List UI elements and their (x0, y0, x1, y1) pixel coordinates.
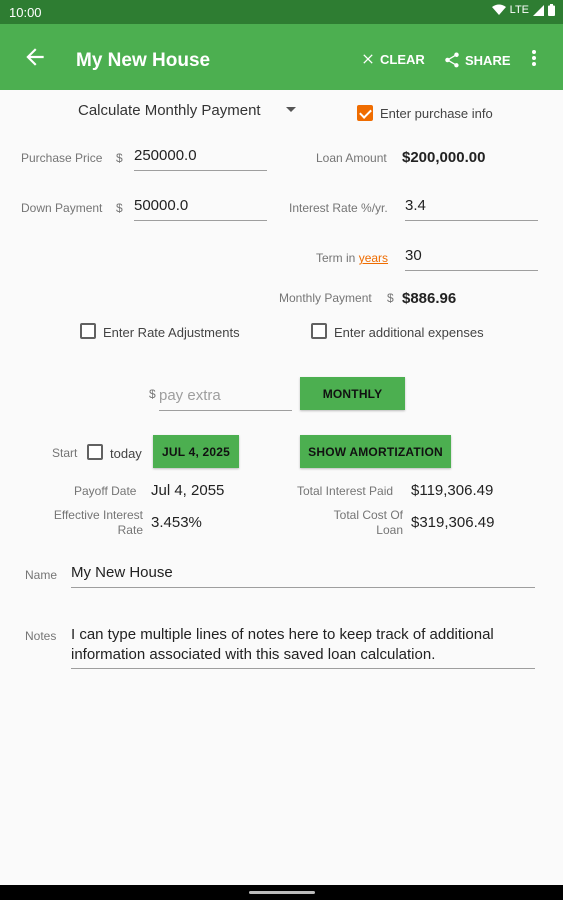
interest-rate-label: Interest Rate %/yr. (289, 201, 388, 215)
effective-rate-label-line-2: Rate (117, 523, 143, 537)
more-vert-icon[interactable] (526, 46, 542, 70)
share-button[interactable]: SHARE (443, 51, 511, 69)
page-title: My New House (76, 50, 211, 71)
monthly-payment-label: Monthly Payment (279, 291, 372, 305)
additional-expenses-label: Enter additional expenses (334, 325, 484, 340)
share-label: SHARE (465, 52, 511, 68)
purchase-info-checkbox[interactable] (357, 105, 373, 121)
extra-payment-currency: $ (149, 387, 156, 401)
battery-icon (548, 4, 555, 16)
show-amortization-button[interactable]: SHOW AMORTIZATION (300, 435, 451, 468)
today-checkbox[interactable] (87, 444, 103, 460)
monthly-payment-currency: $ (387, 291, 394, 305)
close-icon (363, 54, 373, 64)
notes-label: Notes (25, 629, 57, 643)
purchase-price-label: Purchase Price (21, 151, 103, 165)
calc-mode-dropdown[interactable]: Calculate Monthly Payment (78, 102, 261, 119)
start-label: Start (52, 446, 78, 460)
today-label: today (110, 446, 142, 461)
payoff-date-label: Payoff Date (74, 484, 137, 498)
wifi-icon (491, 4, 506, 15)
share-icon (445, 52, 459, 68)
purchase-price-input[interactable]: 250000.0 (134, 147, 267, 171)
down-payment-label: Down Payment (21, 201, 103, 215)
additional-expenses-checkbox[interactable] (311, 323, 327, 339)
term-label-prefix: Term in (316, 251, 356, 265)
loan-amount-value: $200,000.00 (402, 149, 486, 166)
total-cost-label-line-1: Total Cost Of (333, 508, 403, 522)
total-interest-value: $119,306.49 (411, 482, 494, 499)
total-cost-label: Total Cost Of Loan (310, 508, 403, 538)
name-input[interactable]: My New House (71, 564, 535, 588)
status-time: 10:00 (9, 5, 42, 20)
purchase-info-label: Enter purchase info (380, 106, 493, 121)
term-label: Term in years (316, 251, 394, 265)
extra-payment-input[interactable]: pay extra (159, 387, 292, 411)
interest-rate-input[interactable]: 3.4 (405, 197, 538, 221)
status-bar: 10:00 LTE (0, 0, 563, 24)
notes-textarea[interactable]: I can type multiple lines of notes here … (71, 625, 535, 669)
home-handle[interactable] (249, 891, 315, 894)
down-payment-input[interactable]: 50000.0 (134, 197, 267, 221)
app-bar: My New House CLEAR SHARE (0, 24, 563, 90)
monthly-payment-value: $886.96 (402, 290, 457, 307)
name-label: Name (25, 568, 58, 582)
effective-rate-label-line-1: Effective Interest (53, 508, 143, 522)
monthly-frequency-button[interactable]: MONTHLY (300, 377, 405, 410)
term-unit-link[interactable]: years (359, 251, 388, 265)
loan-amount-label: Loan Amount (316, 151, 387, 165)
payoff-date-value: Jul 4, 2055 (151, 482, 225, 499)
status-icons: LTE (491, 4, 555, 16)
effective-rate-label: Effective Interest Rate (30, 508, 143, 538)
effective-rate-value: 3.453% (151, 514, 202, 531)
rate-adjustments-label: Enter Rate Adjustments (103, 325, 240, 340)
clear-label: CLEAR (380, 51, 425, 67)
total-cost-label-line-2: Loan (376, 523, 403, 537)
start-date-button[interactable]: JUL 4, 2025 (153, 435, 239, 468)
clear-button[interactable]: CLEAR (360, 51, 425, 67)
network-type: LTE (509, 4, 529, 16)
term-input[interactable]: 30 (405, 247, 538, 271)
back-arrow-icon[interactable] (22, 44, 48, 70)
total-interest-label: Total Interest Paid (297, 484, 394, 498)
chevron-down-icon[interactable] (286, 107, 296, 112)
rate-adjustments-checkbox[interactable] (80, 323, 96, 339)
total-cost-value: $319,306.49 (411, 514, 495, 531)
down-payment-currency: $ (116, 201, 123, 215)
purchase-price-currency: $ (116, 151, 123, 165)
navigation-bar (0, 885, 563, 900)
signal-icon (533, 4, 544, 16)
